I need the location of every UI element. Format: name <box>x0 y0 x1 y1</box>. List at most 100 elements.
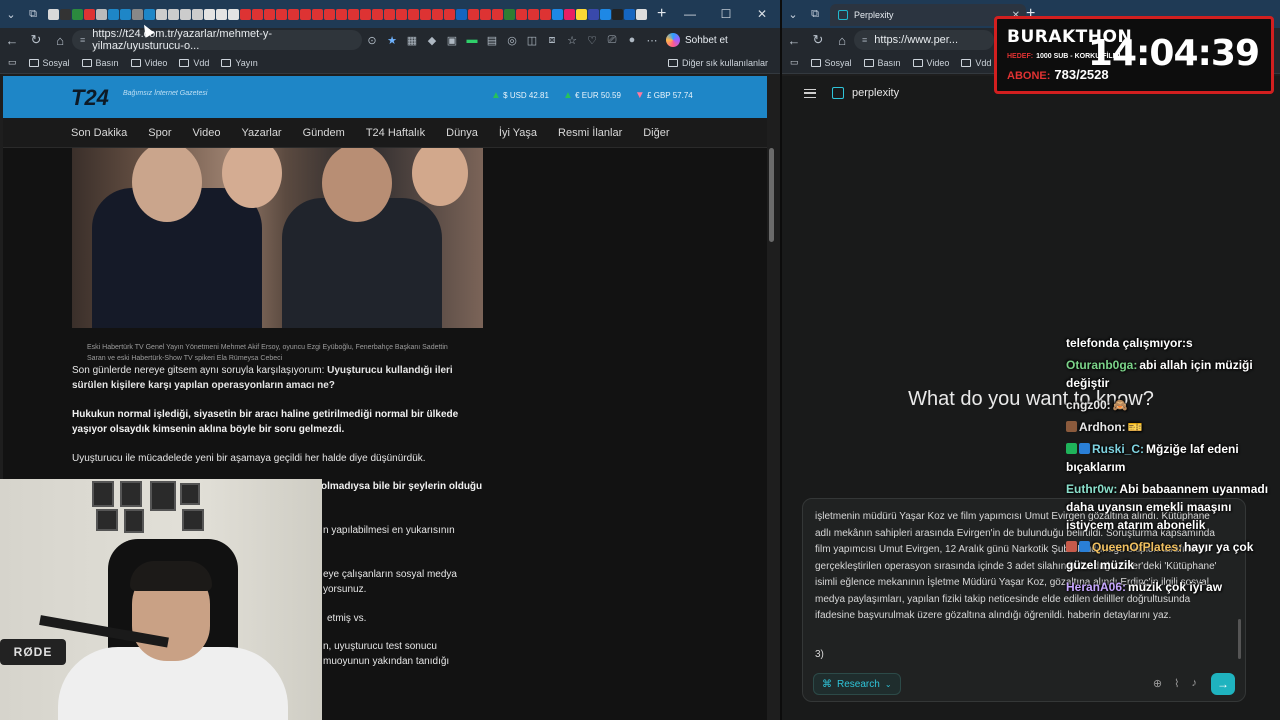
site-info-icon[interactable]: ≡ <box>80 35 85 45</box>
workspaces-icon[interactable]: ⧉ <box>22 3 44 25</box>
bookmark-label: Vdd <box>193 57 210 68</box>
reading-list-icon[interactable]: ▭ <box>8 57 17 68</box>
extension-icon[interactable]: ▤ <box>482 30 502 50</box>
tab-actions-chevron-icon[interactable]: ⌄ <box>782 3 804 25</box>
copilot-heart-icon[interactable]: ♡ <box>582 30 602 50</box>
page-scrollbar[interactable] <box>767 148 777 720</box>
more-menu-icon[interactable]: ⋯ <box>642 30 662 50</box>
tab-strip: ⌄ ⧉ + — ☐ ✕ <box>0 0 780 28</box>
t24-logo[interactable]: T24 <box>71 85 109 111</box>
extension-icon[interactable]: ◎ <box>502 30 522 50</box>
nav-item[interactable]: Resmi İlanlar <box>558 127 622 139</box>
submit-button[interactable]: → <box>1211 673 1235 695</box>
folder-icon <box>863 58 874 67</box>
attach-icon[interactable]: ⌇ <box>1174 677 1179 690</box>
bookmark-label: Sosyal <box>824 57 852 68</box>
extension-icon[interactable]: ◆ <box>422 30 442 50</box>
collections-icon[interactable]: ⧈ <box>542 30 562 50</box>
globe-icon[interactable]: ⊕ <box>1153 677 1162 690</box>
bookmark-folder-video[interactable]: Video <box>130 58 167 68</box>
t24-main-nav: Son Dakika Spor Video Yazarlar Gündem T2… <box>3 118 767 148</box>
chat-badge-icon <box>1066 421 1077 432</box>
refresh-icon[interactable]: ↻ <box>806 28 830 52</box>
article-fragment: yorsunuz. <box>323 584 367 595</box>
bookmark-folder-basin[interactable]: Basın <box>863 58 901 68</box>
home-icon[interactable]: ⌂ <box>48 28 72 52</box>
folder-icon <box>912 58 923 67</box>
pinned-tab-favicons[interactable] <box>48 8 647 20</box>
sub-label: ABONE: <box>1007 70 1051 82</box>
nav-item[interactable]: Dünya <box>446 127 478 139</box>
bookmark-folder-vdd[interactable]: Vdd <box>961 58 991 68</box>
maximize-button[interactable]: ☐ <box>708 0 744 28</box>
up-arrow-icon: ▲ <box>562 90 573 101</box>
workspaces-icon[interactable]: ⧉ <box>804 3 826 25</box>
article-paragraph: Hukukun normal işlediği, siyasetin bir a… <box>72 409 459 435</box>
folder-icon <box>667 59 678 67</box>
back-arrow-icon[interactable]: ← <box>782 28 806 52</box>
address-bar[interactable]: ≡ https://www.per... <box>854 30 994 50</box>
bookmark-folder-yayin[interactable]: Yayın <box>221 58 258 68</box>
menu-icon[interactable] <box>804 88 816 98</box>
tab-actions-chevron-icon[interactable]: ⌄ <box>0 3 22 25</box>
folder-icon <box>221 58 232 67</box>
article-fragment: n yapılabilmesi en yukarısının <box>323 525 455 536</box>
screenshot-icon[interactable]: ⎚ <box>602 30 622 50</box>
article-paragraph: Son günlerde nereye gitsem aynı soruyla … <box>72 363 482 393</box>
query-scrollbar[interactable] <box>1238 619 1241 659</box>
other-favorites[interactable]: Diğer sık kullanılanlar <box>667 52 768 74</box>
rate-label: $ USD 42.81 <box>503 91 549 100</box>
url-text: https://t24.com.tr/yazarlar/mehmet-y-yil… <box>92 28 272 52</box>
nav-item[interactable]: Yazarlar <box>241 127 281 139</box>
chat-badge-icon <box>1079 443 1090 454</box>
nav-item[interactable]: Gündem <box>303 127 345 139</box>
chat-message: cngz00: 🙈 <box>1066 396 1280 414</box>
home-icon[interactable]: ⌂ <box>830 28 854 52</box>
bookmark-folder-sosyal[interactable]: Sosyal <box>810 57 852 68</box>
nav-item[interactable]: Spor <box>148 127 171 139</box>
t24-header: T24 Bağımsız İnternet Gazetesi ▲ $ USD 4… <box>3 76 767 118</box>
favorites-icon[interactable]: ☆ <box>562 30 582 50</box>
extension-icon[interactable]: ▬ <box>462 30 482 50</box>
copilot-chat-button[interactable]: Sohbet et <box>666 33 728 47</box>
close-window-button[interactable]: ✕ <box>744 0 780 28</box>
window-controls: — ☐ ✕ <box>672 0 780 28</box>
nav-item[interactable]: T24 Haftalık <box>366 127 425 139</box>
nav-item[interactable]: Son Dakika <box>71 127 127 139</box>
bookmark-folder-sosyal[interactable]: Sosyal <box>28 58 70 68</box>
bookmark-folder-video[interactable]: Video <box>912 58 949 68</box>
research-mode-button[interactable]: ⌘ Research ⌄ <box>813 673 901 695</box>
favorite-star-icon[interactable]: ★ <box>382 30 402 50</box>
rate-label: £ GBP 57.74 <box>647 91 693 100</box>
split-screen-icon[interactable]: ◫ <box>522 30 542 50</box>
reader-icon[interactable]: ⊙ <box>362 30 382 50</box>
rate-usd: ▲ $ USD 42.81 <box>491 90 549 101</box>
microphone-icon[interactable]: ♪ <box>1192 677 1198 690</box>
site-info-icon[interactable]: ≡ <box>862 35 867 45</box>
new-tab-button[interactable]: + <box>657 5 666 23</box>
nav-item[interactable]: Diğer <box>643 127 669 139</box>
chat-username: HeranA06: <box>1066 580 1127 594</box>
query-suffix: 3) <box>815 649 824 660</box>
chat-badge-icon <box>1066 443 1077 454</box>
address-bar[interactable]: ≡ https://t24.com.tr/yazarlar/mehmet-y-y… <box>72 28 362 52</box>
nav-item[interactable]: İyi Yaşa <box>499 127 537 139</box>
reading-list-icon[interactable]: ▭ <box>790 57 799 68</box>
nav-item[interactable]: Video <box>193 127 221 139</box>
article-fragment: n, uyuşturucu test sonucu <box>323 641 437 652</box>
minimize-button[interactable]: — <box>672 0 708 28</box>
stream-chat: telefonda çalışmıyor:s Oturanb0ga: abi al… <box>1066 334 1280 600</box>
scrollbar-thumb[interactable] <box>769 148 774 242</box>
refresh-icon[interactable]: ↻ <box>24 28 48 52</box>
back-arrow-icon[interactable]: ← <box>0 28 24 52</box>
chat-message: Ardhon: 🎫 <box>1066 418 1280 436</box>
extension-icon[interactable]: ▦ <box>402 30 422 50</box>
perplexity-logo-icon[interactable] <box>832 87 844 99</box>
chat-message: Ruski_C: Mğziğe laf edeni bıçaklarım <box>1066 440 1280 476</box>
profile-avatar[interactable]: ● <box>622 30 642 50</box>
query-tools: ⊕ ⌇ ♪ <box>1153 677 1197 690</box>
bookmark-label: Basın <box>95 57 119 68</box>
bookmark-folder-vdd[interactable]: Vdd <box>179 58 209 68</box>
extension-icon[interactable]: ▣ <box>442 30 462 50</box>
bookmark-folder-basin[interactable]: Basın <box>81 57 119 68</box>
